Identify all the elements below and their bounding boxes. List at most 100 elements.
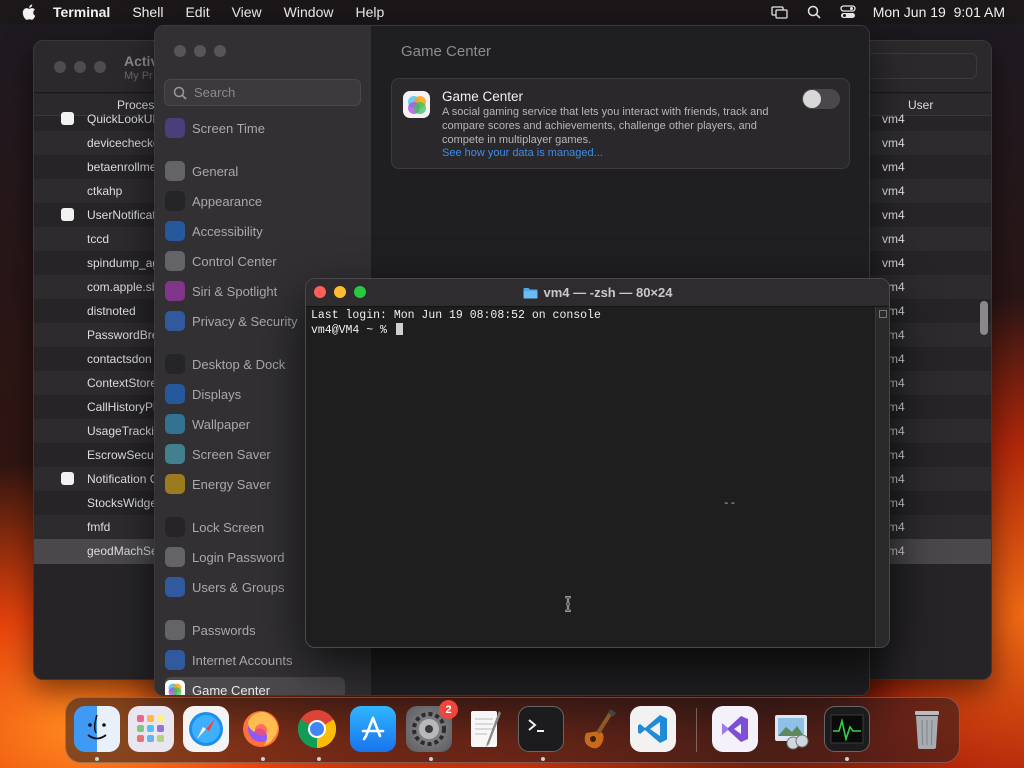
sidebar-item-label: Lock Screen: [192, 519, 265, 535]
am-search-field[interactable]: [867, 53, 977, 79]
scrollbar-marker: [879, 310, 887, 318]
dock-textedit-icon[interactable]: [462, 706, 508, 752]
gear-icon: [165, 161, 185, 181]
control-center-icon[interactable]: [839, 5, 857, 19]
sidebar-item-control-center[interactable]: Control Center: [165, 248, 345, 274]
sidebar-item-label: Displays: [192, 386, 242, 402]
settings-search-placeholder: Search: [194, 85, 236, 100]
dock-icon: [165, 354, 185, 374]
at-icon: [165, 650, 185, 670]
settings-search-field[interactable]: Search: [164, 79, 361, 106]
dock-trash-icon[interactable]: [904, 706, 950, 752]
dock-launchpad-icon[interactable]: [128, 706, 174, 752]
sidebar-item-accessibility[interactable]: Accessibility: [165, 218, 345, 244]
menu-clock[interactable]: Mon Jun 19 9:01 AM: [873, 4, 1005, 20]
sidebar-item-label: Users & Groups: [192, 579, 285, 595]
dock-visual-studio-icon[interactable]: [712, 706, 758, 752]
settings-close-button[interactable]: [174, 45, 186, 57]
am-window-subtitle: My Pr: [124, 70, 153, 82]
menu-view[interactable]: View: [232, 4, 262, 20]
sidebar-item-screen-time[interactable]: Screen Time: [165, 115, 345, 141]
sidebar-item-label: Game Center: [192, 682, 271, 696]
process-name: StocksWidge: [87, 496, 158, 510]
process-name: QuickLookUI: [87, 112, 156, 126]
terminal-output[interactable]: Last login: Mon Jun 19 08:08:52 on conso…: [306, 307, 877, 647]
terminal-scrollbar[interactable]: [875, 307, 889, 647]
am-minimize-button[interactable]: [74, 61, 86, 73]
terminal-line-last-login: Last login: Mon Jun 19 08:08:52 on conso…: [311, 309, 601, 322]
dock-preview-icon[interactable]: [768, 706, 814, 752]
screen-mirroring-icon[interactable]: [771, 5, 789, 19]
process-name: geodMachSe: [87, 544, 158, 558]
terminal-prompt-line: vm4@VM4 ~ %: [311, 323, 872, 338]
sidebar-item-label: Passwords: [192, 622, 256, 638]
game-center-description: A social gaming service that lets you in…: [442, 106, 769, 146]
menu-bar: Terminal Shell Edit View Window Help Mon…: [0, 0, 1024, 24]
menu-window[interactable]: Window: [284, 4, 334, 20]
sidebar-item-general[interactable]: General: [165, 158, 345, 184]
lock-icon: [165, 517, 185, 537]
menu-help[interactable]: Help: [355, 4, 384, 20]
menu-shell[interactable]: Shell: [132, 4, 163, 20]
sidebar-item-label: Appearance: [192, 193, 263, 209]
settings-minimize-button[interactable]: [194, 45, 206, 57]
process-name: EscrowSecur: [87, 448, 158, 462]
menu-app-name[interactable]: Terminal: [53, 4, 110, 20]
sidebar-item-appearance[interactable]: Appearance: [165, 188, 345, 214]
sidebar-item-label: General: [192, 163, 239, 179]
settings-zoom-button[interactable]: [214, 45, 226, 57]
hourglass-icon: [165, 118, 185, 138]
sidebar-item-label: Control Center: [192, 253, 277, 269]
process-app-icon: [61, 112, 74, 125]
sidebar-item-game-center[interactable]: Game Center: [165, 677, 345, 696]
dock-finder-icon[interactable]: [74, 706, 120, 752]
dock-chrome-icon[interactable]: [294, 706, 340, 752]
folder-icon: [523, 287, 537, 298]
process-name: com.apple.sb: [87, 280, 159, 294]
dock-garageband-icon[interactable]: [574, 706, 620, 752]
dock-terminal-icon[interactable]: [518, 706, 564, 752]
sun-icon: [165, 384, 185, 404]
apple-menu-icon[interactable]: [19, 4, 39, 20]
game-center-title: Game Center: [442, 89, 524, 104]
search-icon: [173, 86, 187, 100]
game-center-toggle[interactable]: [802, 89, 840, 109]
process-user: vm4: [882, 112, 905, 126]
accessibility-icon: [165, 221, 185, 241]
activity-monitor-running-indicator: [845, 757, 849, 761]
ibeam-cursor-icon: [565, 596, 571, 612]
am-scrollbar[interactable]: [980, 301, 988, 335]
terminal-title-text: vm4 — -zsh — 80×24: [543, 285, 673, 300]
dock-activity-monitor-icon[interactable]: [824, 706, 870, 752]
dock-safari-icon[interactable]: [183, 706, 229, 752]
process-name: ctkahp: [87, 184, 123, 198]
am-close-button[interactable]: [54, 61, 66, 73]
process-app-icon: [61, 208, 74, 221]
dock-vscode-icon[interactable]: [630, 706, 676, 752]
spotlight-search-icon[interactable]: [805, 5, 823, 19]
text-cursor: [395, 323, 403, 335]
finder-running-indicator: [95, 757, 99, 761]
process-name: UsageTrackin: [87, 424, 161, 438]
process-name: UserNotificat: [87, 208, 156, 222]
sidebar-item-label: Accessibility: [192, 223, 263, 239]
process-user: vm4: [882, 184, 905, 198]
dock-firefox-icon[interactable]: [238, 706, 284, 752]
terminal-titlebar[interactable]: vm4 — -zsh — 80×24: [306, 279, 889, 307]
key-icon: [165, 620, 185, 640]
terminal-stray-text: --: [723, 498, 737, 510]
process-name: distnoted: [87, 304, 136, 318]
terminal-window[interactable]: vm4 — -zsh — 80×24 Last login: Mon Jun 1…: [305, 278, 890, 648]
menu-edit[interactable]: Edit: [185, 4, 209, 20]
sidebar-item-label: Login Password: [192, 549, 285, 565]
sidebar-item-label: Internet Accounts: [192, 652, 293, 668]
sidebar-item-internet-accounts[interactable]: Internet Accounts: [165, 647, 345, 673]
dock-system-settings-icon[interactable]: 2: [406, 700, 458, 752]
appearance-icon: [165, 191, 185, 211]
users-icon: [165, 577, 185, 597]
dock-app-store-icon[interactable]: [350, 706, 396, 752]
terminal-prompt: vm4@VM4 ~ %: [311, 324, 394, 337]
data-management-link[interactable]: See how your data is managed...: [442, 147, 603, 159]
sidebar-item-label: Screen Saver: [192, 446, 271, 462]
am-zoom-button[interactable]: [94, 61, 106, 73]
